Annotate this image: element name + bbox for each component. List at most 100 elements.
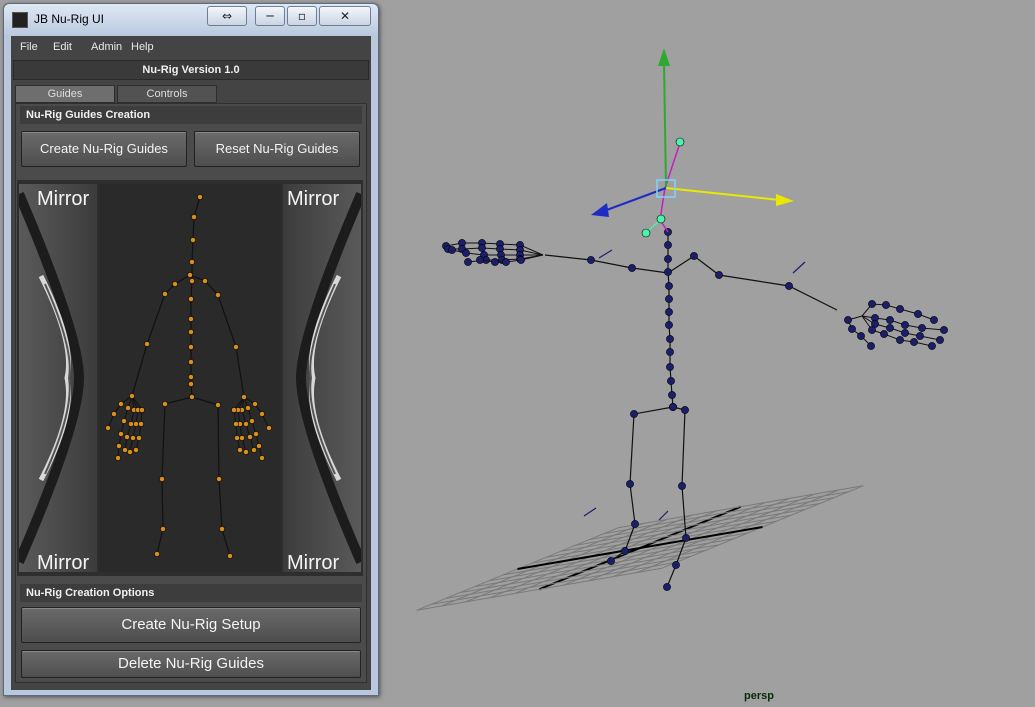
guide-spine-joint[interactable] — [188, 359, 194, 365]
guide-right-hand-joint[interactable] — [249, 418, 255, 424]
guide-skeleton-diagram[interactable] — [99, 184, 281, 572]
guide-right-hand-joint[interactable] — [239, 435, 245, 441]
guide-left-hand-joint[interactable] — [128, 421, 134, 427]
left-hand-joint[interactable] — [491, 258, 499, 266]
right-hand-joint[interactable] — [928, 342, 936, 350]
spine-joint[interactable] — [667, 377, 675, 385]
guide-leg-joint[interactable] — [154, 551, 160, 557]
tab-controls[interactable]: Controls — [117, 85, 217, 103]
mirror-label-top-right[interactable]: Mirror — [287, 188, 339, 211]
guide-left-hand-joint[interactable] — [115, 455, 121, 461]
guide-leg-joint[interactable] — [162, 401, 168, 407]
arm-joint[interactable] — [715, 271, 723, 279]
leg-joint[interactable] — [678, 482, 686, 490]
guide-spine-joint[interactable] — [188, 381, 194, 387]
guide-spine-joint[interactable] — [188, 316, 194, 322]
right-hand-joint[interactable] — [868, 300, 876, 308]
guide-right-hand-joint[interactable] — [259, 455, 265, 461]
right-hand-joint[interactable] — [896, 336, 904, 344]
right-hand-joint[interactable] — [886, 324, 894, 332]
right-hand-joint[interactable] — [910, 338, 918, 346]
guide-leg-joint[interactable] — [189, 394, 195, 400]
right-hand-joint[interactable] — [880, 330, 888, 338]
guide-arm-joint[interactable] — [162, 291, 168, 297]
leg-joint[interactable] — [682, 534, 690, 542]
guide-right-hand-joint[interactable] — [259, 411, 265, 417]
spine-joint[interactable] — [665, 295, 673, 303]
menu-edit[interactable]: Edit — [53, 41, 72, 53]
right-hand-joint[interactable] — [914, 310, 922, 318]
guide-spine-joint[interactable] — [188, 296, 194, 302]
guide-arm-joint[interactable] — [233, 344, 239, 350]
spine-joint[interactable] — [665, 321, 673, 329]
guide-arm-joint[interactable] — [187, 272, 193, 278]
guide-left-hand-joint[interactable] — [133, 447, 139, 453]
spine-joint[interactable] — [666, 363, 674, 371]
create-guides-button[interactable]: Create Nu-Rig Guides — [21, 131, 187, 167]
leg-joint[interactable] — [672, 561, 680, 569]
menu-file[interactable]: File — [20, 41, 38, 53]
guide-left-hand-joint[interactable] — [116, 443, 122, 449]
right-hand-joint[interactable] — [886, 316, 894, 324]
guide-right-hand-joint[interactable] — [256, 443, 262, 449]
spine-joint[interactable] — [664, 268, 672, 276]
mirror-panel-left[interactable]: Mirror Mirror — [19, 184, 97, 574]
window-titlebar[interactable]: JB Nu-Rig UI ⇔ ─ ▫ ✕ — [4, 4, 378, 34]
guide-left-hand-joint[interactable] — [136, 435, 142, 441]
guide-arm-joint[interactable] — [172, 281, 178, 287]
close-button[interactable]: ✕ — [319, 6, 371, 26]
guide-left-hand-joint[interactable] — [124, 434, 130, 440]
left-hand-joint[interactable] — [478, 244, 486, 252]
left-hand-joint[interactable] — [464, 258, 472, 266]
guide-left-hand-joint[interactable] — [138, 421, 144, 427]
guide-left-hand-joint[interactable] — [127, 449, 133, 455]
right-hand-joint[interactable] — [857, 332, 865, 340]
guide-leg-joint[interactable] — [160, 526, 166, 532]
leg-joint[interactable] — [669, 403, 677, 411]
spine-joint[interactable] — [664, 255, 672, 263]
right-hand-joint[interactable] — [868, 326, 876, 334]
head-handle[interactable] — [675, 137, 685, 147]
spine-joint[interactable] — [664, 241, 672, 249]
spine-joint[interactable] — [666, 335, 674, 343]
guide-leg-joint[interactable] — [159, 476, 165, 482]
leg-joint[interactable] — [630, 410, 638, 418]
left-hand-joint[interactable] — [476, 256, 484, 264]
right-hand-joint[interactable] — [936, 336, 944, 344]
leg-joint[interactable] — [631, 520, 639, 528]
guide-spine-joint[interactable] — [191, 214, 197, 220]
right-hand-joint[interactable] — [901, 329, 909, 337]
leg-joint[interactable] — [681, 406, 689, 414]
right-hand-joint[interactable] — [844, 316, 852, 324]
right-hand-joint[interactable] — [918, 324, 926, 332]
guide-left-hand-joint[interactable] — [130, 435, 136, 441]
left-hand-joint[interactable] — [448, 246, 456, 254]
guide-right-hand-joint[interactable] — [234, 435, 240, 441]
menu-help[interactable]: Help — [131, 41, 154, 53]
mirror-label-top-left[interactable]: Mirror — [37, 188, 89, 211]
guide-right-hand-joint[interactable] — [231, 407, 237, 413]
left-hand-joint[interactable] — [462, 249, 470, 257]
reset-guides-button[interactable]: Reset Nu-Rig Guides — [194, 131, 360, 167]
guide-spine-joint[interactable] — [189, 278, 195, 284]
left-hand-joint[interactable] — [517, 256, 525, 264]
arm-joint[interactable] — [690, 252, 698, 260]
guide-left-hand-joint[interactable] — [125, 405, 131, 411]
right-hand-joint[interactable] — [930, 316, 938, 324]
guide-left-hand-joint[interactable] — [121, 418, 127, 424]
right-hand-joint[interactable] — [916, 332, 924, 340]
guide-left-hand-joint[interactable] — [122, 447, 128, 453]
head-handle[interactable] — [656, 214, 666, 224]
guide-left-hand-joint[interactable] — [118, 401, 124, 407]
guide-right-hand-joint[interactable] — [243, 421, 249, 427]
right-hand-joint[interactable] — [901, 321, 909, 329]
guide-right-hand-joint[interactable] — [243, 449, 249, 455]
guide-spine-joint[interactable] — [188, 329, 194, 335]
arm-joint[interactable] — [785, 282, 793, 290]
guide-right-hand-joint[interactable] — [252, 401, 258, 407]
spine-joint[interactable] — [668, 391, 676, 399]
guide-left-hand-joint[interactable] — [139, 407, 145, 413]
spine-joint[interactable] — [665, 308, 673, 316]
create-setup-button[interactable]: Create Nu-Rig Setup — [21, 607, 361, 643]
guide-leg-joint[interactable] — [227, 553, 233, 559]
